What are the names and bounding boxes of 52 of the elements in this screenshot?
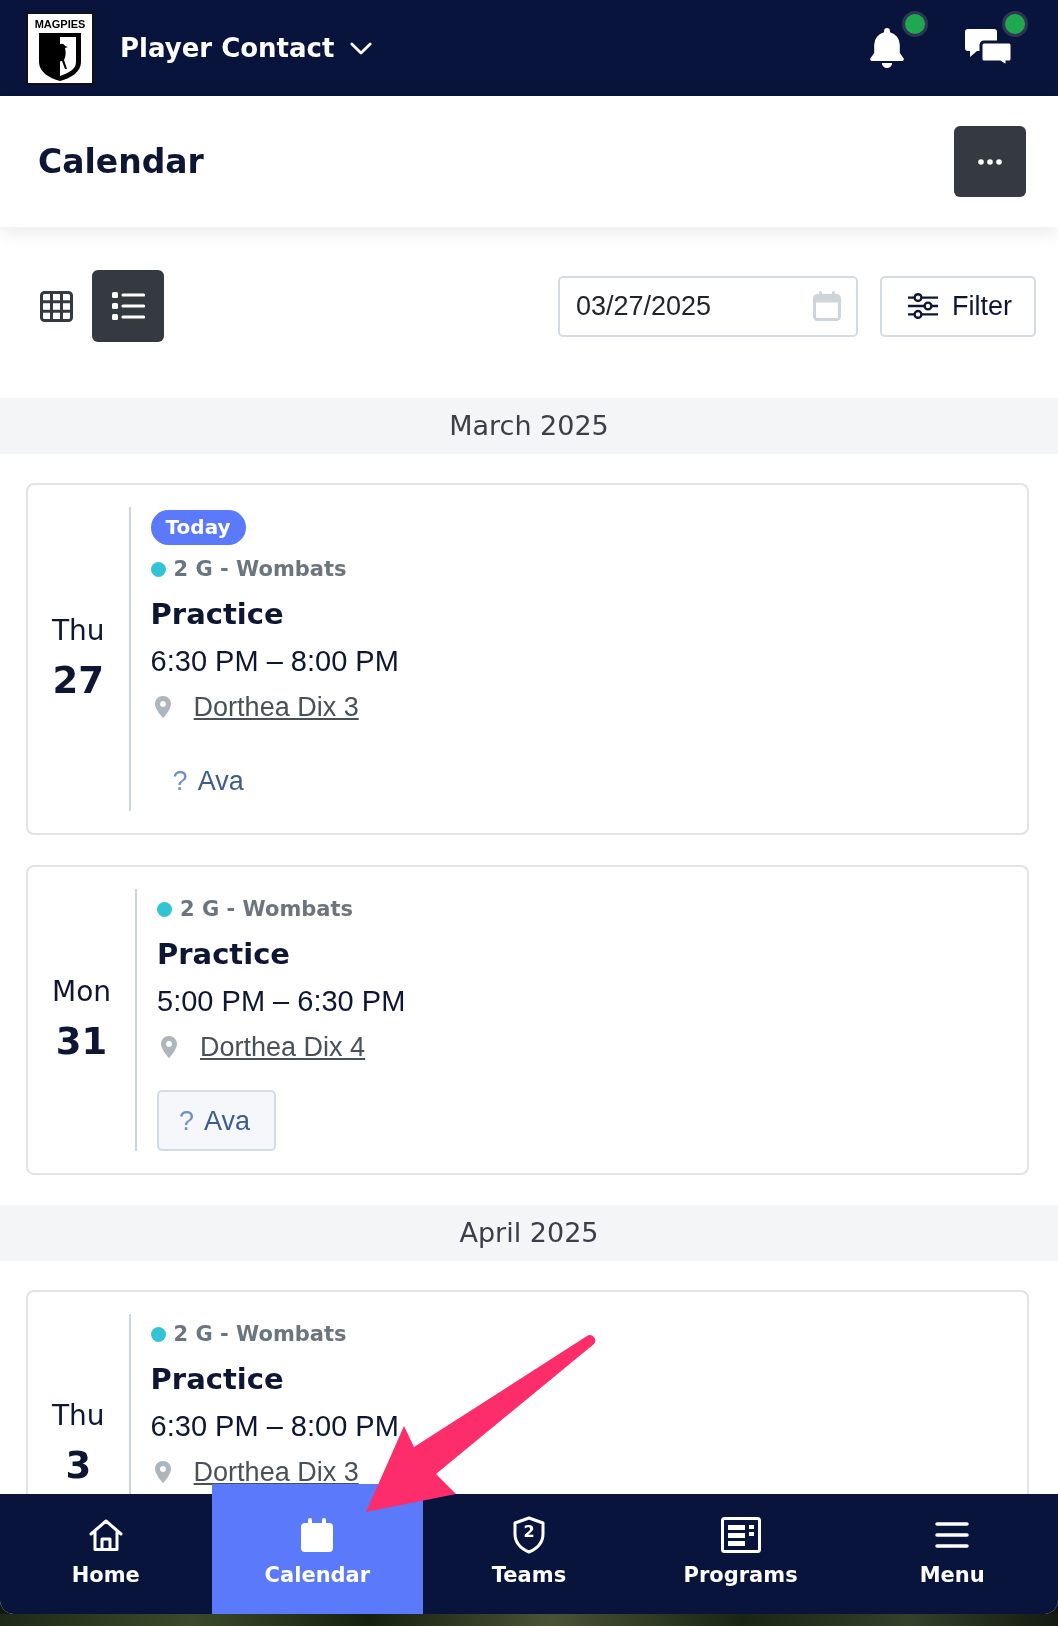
page-title: Calendar xyxy=(38,140,204,183)
weekday-label: Thu xyxy=(52,1398,105,1434)
weekday-label: Mon xyxy=(52,974,112,1010)
filter-button[interactable]: Filter xyxy=(880,275,1036,337)
map-pin-icon xyxy=(161,1036,178,1058)
location-link[interactable]: Dorthea Dix 3 xyxy=(193,693,359,721)
location-link[interactable]: Dorthea Dix 4 xyxy=(200,1033,366,1061)
context-dropdown[interactable]: Player Contact xyxy=(120,31,373,65)
attendee-button[interactable]: ? Ava xyxy=(157,1090,277,1151)
nav-tab[interactable]: Calendar xyxy=(211,1484,424,1614)
bell-icon[interactable] xyxy=(870,28,904,68)
event-time: 6:30 PM – 8:00 PM xyxy=(150,1409,399,1444)
team-name: 2 G - Wombats xyxy=(180,896,353,923)
date-field[interactable]: 03/27/2025 xyxy=(558,275,858,337)
map-pin-icon xyxy=(154,696,171,718)
day-number: 3 xyxy=(65,1443,92,1489)
nav-tab[interactable]: Home xyxy=(0,1494,212,1614)
more-button[interactable] xyxy=(954,126,1026,197)
calendar-icon xyxy=(301,1518,334,1552)
shield-number: 2 xyxy=(523,1523,535,1541)
weekday-label: Thu xyxy=(52,613,105,649)
location-link[interactable]: Dorthea Dix 3 xyxy=(193,1458,359,1486)
event-time: 6:30 PM – 8:00 PM xyxy=(150,644,399,679)
sliders-icon xyxy=(908,293,938,319)
shield-icon xyxy=(512,1516,546,1554)
nav-tab[interactable]: 2 Teams xyxy=(423,1494,635,1614)
nav-tab[interactable]: Programs xyxy=(634,1494,847,1614)
event-title: Practice xyxy=(150,596,284,633)
today-badge: Today xyxy=(150,510,246,545)
nav-tab[interactable]: Menu xyxy=(846,1494,1058,1614)
event-title: Practice xyxy=(157,936,291,973)
home-icon xyxy=(87,1518,124,1552)
chevron-down-icon xyxy=(350,41,373,55)
map-pin-icon xyxy=(154,1461,171,1483)
more-dots-icon xyxy=(978,158,1002,165)
event-time: 5:00 PM – 6:30 PM xyxy=(157,984,406,1019)
team-name: 2 G - Wombats xyxy=(173,1321,347,1348)
logo-text: MAGPIES xyxy=(34,17,86,30)
calendar-icon xyxy=(813,290,841,321)
list-view-button[interactable] xyxy=(92,270,164,342)
month-label: March 2025 xyxy=(449,409,609,443)
day-number: 27 xyxy=(52,658,105,704)
menu-icon xyxy=(935,1521,970,1549)
event-title: Practice xyxy=(150,1361,284,1398)
team-name: 2 G - Wombats xyxy=(173,556,347,583)
grid-view-icon xyxy=(39,290,73,322)
list-view-icon xyxy=(111,291,145,321)
bird-shield-icon xyxy=(38,31,82,82)
newspaper-icon xyxy=(720,1517,761,1553)
day-number: 31 xyxy=(55,1019,108,1065)
month-label: April 2025 xyxy=(459,1216,599,1250)
attendee-button[interactable]: ? Ava xyxy=(150,750,270,811)
